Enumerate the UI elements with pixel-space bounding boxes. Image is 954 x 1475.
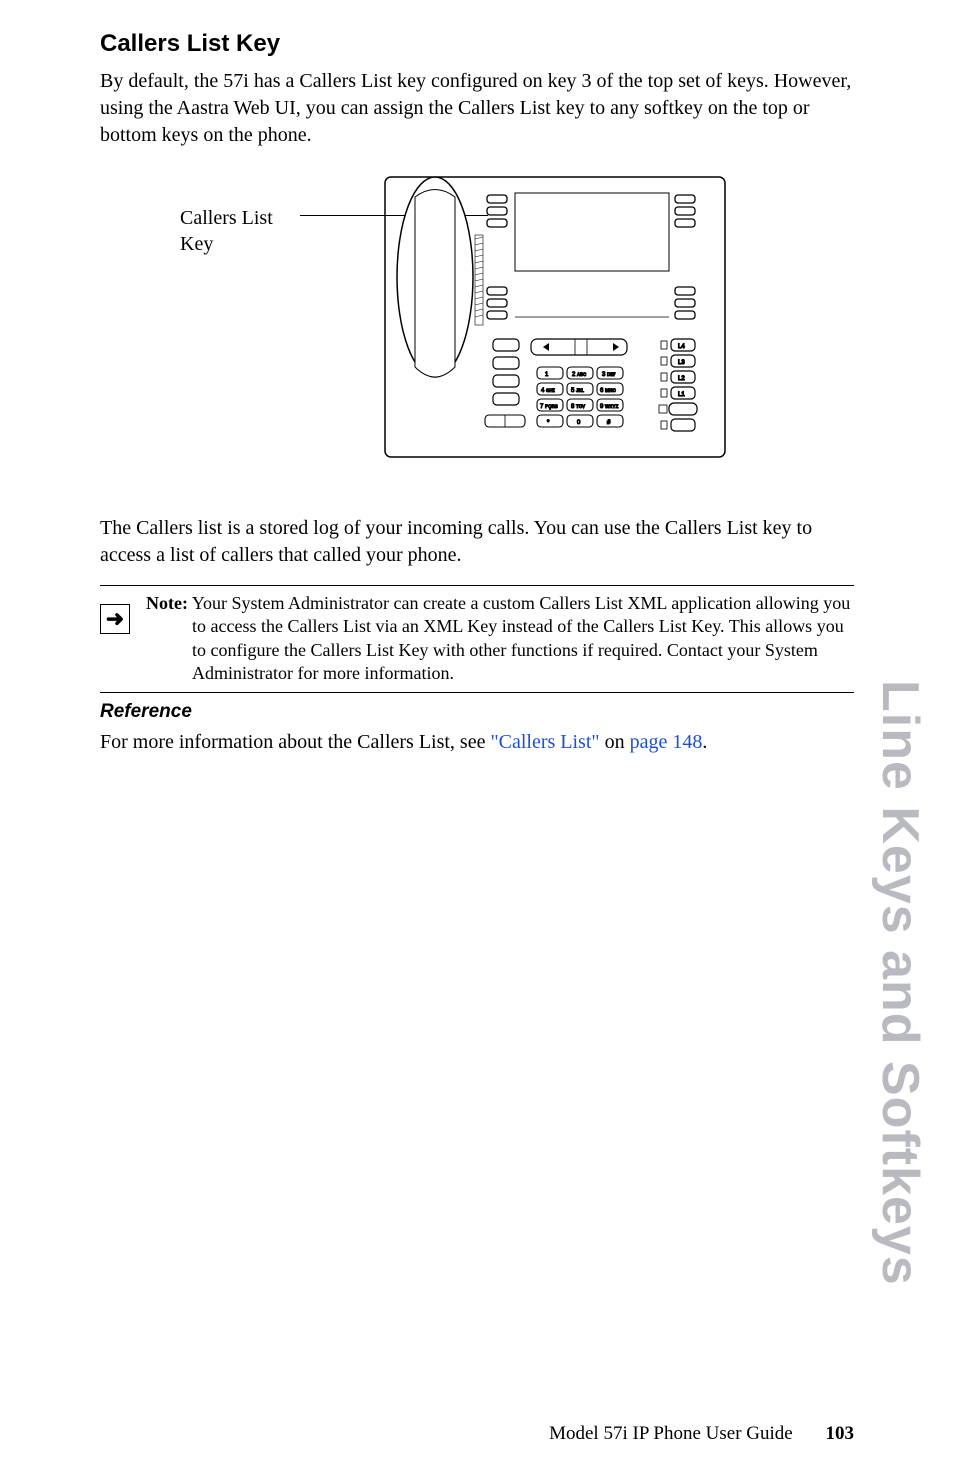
svg-text:L4: L4 bbox=[678, 344, 685, 350]
svg-text:L3: L3 bbox=[678, 360, 685, 366]
note-block: ➜ Note: Your System Administrator can cr… bbox=[100, 585, 854, 693]
svg-text:L2: L2 bbox=[678, 376, 685, 382]
section-heading: Callers List Key bbox=[100, 30, 854, 58]
after-figure-paragraph: The Callers list is a stored log of your… bbox=[100, 515, 854, 569]
reference-paragraph: For more information about the Callers L… bbox=[100, 729, 854, 756]
svg-text:6 ᴍɴᴏ: 6 ᴍɴᴏ bbox=[600, 388, 616, 394]
arrow-right-icon: ➜ bbox=[100, 604, 130, 634]
svg-text:4 ɢʜɪ: 4 ɢʜɪ bbox=[541, 388, 555, 394]
callout-line2: Key bbox=[180, 233, 213, 255]
phone-figure: Callers List Key bbox=[100, 167, 854, 487]
callout-label: Callers List Key bbox=[180, 205, 273, 257]
reference-heading: Reference bbox=[100, 701, 854, 723]
note-body: Your System Administrator can create a c… bbox=[188, 593, 850, 683]
page-link[interactable]: page 148 bbox=[630, 731, 703, 753]
reference-mid: on bbox=[600, 731, 630, 753]
svg-text:L1: L1 bbox=[678, 392, 685, 398]
note-label: Note: bbox=[146, 593, 188, 613]
callout-line1: Callers List bbox=[180, 207, 273, 229]
callers-list-link[interactable]: "Callers List" bbox=[490, 731, 599, 753]
page-footer: Model 57i IP Phone User Guide 103 bbox=[549, 1423, 854, 1445]
footer-text: Model 57i IP Phone User Guide bbox=[549, 1423, 793, 1444]
reference-pre: For more information about the Callers L… bbox=[100, 731, 490, 753]
svg-text:8 ᴛᴜᴠ: 8 ᴛᴜᴠ bbox=[571, 404, 585, 410]
svg-text:9 ᴡxʏᴢ: 9 ᴡxʏᴢ bbox=[600, 404, 618, 410]
footer-page-number: 103 bbox=[826, 1423, 855, 1444]
note-text: Note: Your System Administrator can crea… bbox=[146, 592, 854, 686]
phone-illustration: 1 2 ᴀʙᴄ 3 ᴅᴇғ 4 ɢʜɪ 5 ᴊᴋʟ 6 ᴍɴᴏ 7 ᴘǫʀs 8… bbox=[375, 167, 735, 467]
intro-paragraph: By default, the 57i has a Callers List k… bbox=[100, 68, 854, 149]
svg-text:2 ᴀʙᴄ: 2 ᴀʙᴄ bbox=[572, 372, 586, 378]
svg-text:5 ᴊᴋʟ: 5 ᴊᴋʟ bbox=[571, 388, 585, 394]
svg-text:7 ᴘǫʀs: 7 ᴘǫʀs bbox=[540, 404, 558, 410]
side-chapter-title: Line Keys and Softkeys bbox=[870, 680, 930, 1286]
svg-text:3 ᴅᴇғ: 3 ᴅᴇғ bbox=[602, 372, 616, 378]
reference-post: . bbox=[702, 731, 707, 753]
